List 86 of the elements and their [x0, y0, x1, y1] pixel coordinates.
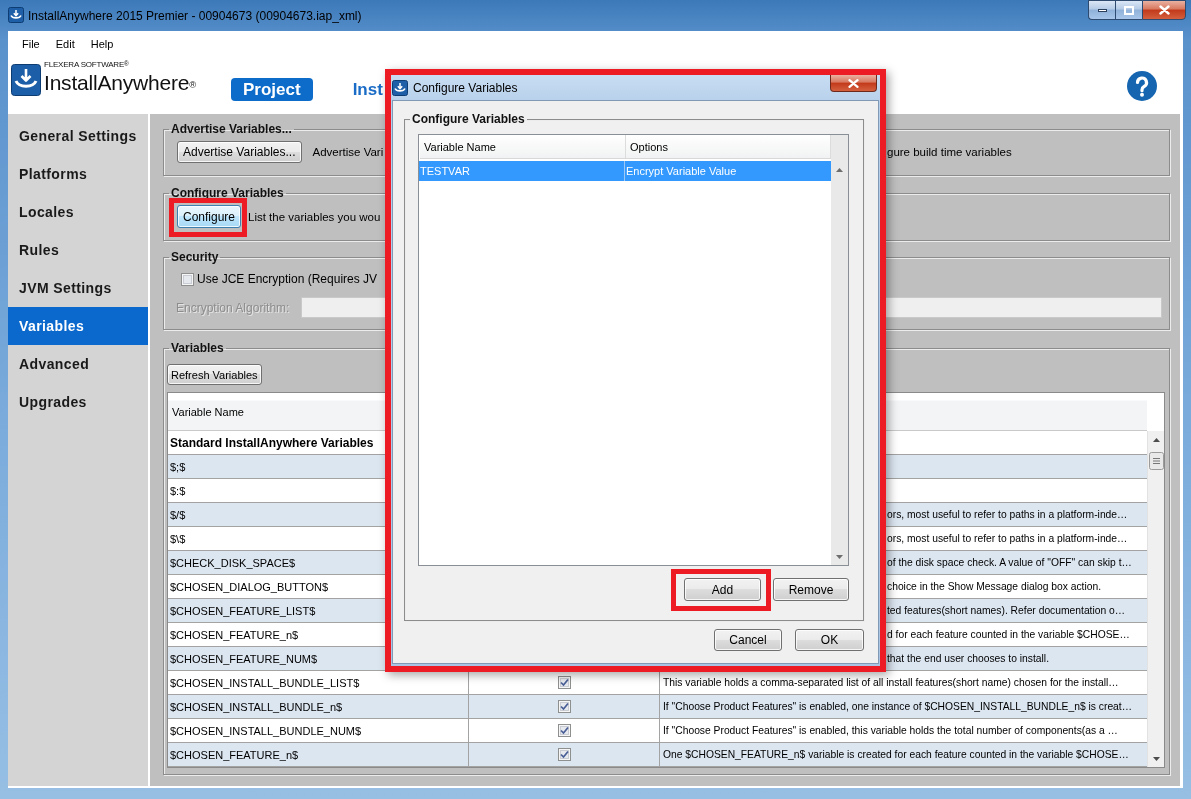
dialog-footer-button[interactable]: Cancel	[714, 629, 782, 651]
variable-description: choice in the Show Message dialog box action.	[887, 581, 1102, 592]
variable-description: ted features(short names). Refer documentation o…	[887, 605, 1126, 616]
variable-name: $CHOSEN_DIALOG_BUTTON$	[170, 580, 329, 593]
variable-name: $/$	[170, 508, 186, 521]
checkbox[interactable]	[557, 700, 571, 713]
close-button[interactable]	[1142, 0, 1186, 20]
description-text: List the variables you wou	[248, 210, 381, 223]
minimize-button[interactable]	[1088, 0, 1115, 20]
variable-name: $CHECK_DISK_SPACE$	[170, 556, 296, 569]
variable-name: $:$	[170, 484, 186, 497]
column-header[interactable]: Variable Name	[424, 140, 496, 153]
nav-tab[interactable]: Project	[231, 78, 313, 101]
maximize-button[interactable]	[1115, 0, 1142, 20]
close-icon	[848, 78, 859, 88]
menu-item[interactable]: Help	[90, 37, 114, 50]
help-icon[interactable]	[1127, 71, 1157, 101]
variable-name: $\$	[170, 532, 186, 545]
menu-item[interactable]: File	[22, 37, 40, 50]
variable-name: $CHOSEN_FEATURE_NUM$	[170, 652, 318, 665]
variable-description: One $CHOSEN_FEATURE_n$ variable is created for each feature counted in the variable $CHOSE…	[663, 749, 1129, 760]
variable-description: If "Choose Product Features" is enabled, this variable holds the total number of components(as a …	[663, 725, 1118, 736]
variable-description: d for each feature counted in the variable $CHOSE…	[887, 629, 1130, 640]
brand-tagline: FLEXERA SOFTWARE$^{®}$	[44, 60, 130, 69]
scroll-thumb[interactable]	[1148, 452, 1164, 470]
group-title: Configure Variables	[411, 112, 526, 126]
app-icon	[8, 7, 24, 23]
scrollbar[interactable]	[831, 135, 848, 565]
variable-description: ors, most useful to refer to paths in a platform-inde…	[887, 533, 1128, 544]
up-arrow-icon[interactable]	[1152, 437, 1160, 442]
variable-description: ors, most useful to refer to paths in a platform-inde…	[887, 509, 1128, 520]
column-header[interactable]: Options	[630, 140, 668, 153]
sidebar-item[interactable]: Variables	[8, 307, 148, 345]
up-arrow-icon[interactable]	[836, 167, 843, 172]
checkbox[interactable]	[557, 676, 571, 689]
group-title: Configure Variables	[170, 186, 285, 200]
app-icon	[392, 79, 408, 96]
refresh-variables-button[interactable]: Refresh Variables	[167, 364, 262, 385]
sidebar-item[interactable]: Platforms	[8, 155, 148, 193]
window-title: InstallAnywhere 2015 Premier - 00904673 (00904673.iap_xml)	[28, 9, 362, 23]
nav-tab[interactable]: Inst	[352, 78, 383, 101]
variable-name: $CHOSEN_INSTALL_BUNDLE_NUM$	[170, 724, 362, 737]
menu-item[interactable]: Edit	[55, 37, 75, 50]
configure-button[interactable]: Configure	[177, 205, 242, 228]
maximize-icon	[1124, 5, 1134, 15]
group-title: Security	[170, 250, 220, 264]
sidebar-item[interactable]: Advanced	[8, 345, 148, 383]
sidebar-item[interactable]: General Settings	[8, 117, 148, 155]
variable-name: $CHOSEN_INSTALL_BUNDLE_LIST$	[170, 676, 360, 689]
variable-description: If "Choose Product Features" is enabled, one instance of $CHOSEN_INSTALL_BUNDLE_n$ is creat…	[663, 701, 1132, 712]
sidebar-item[interactable]: Rules	[8, 231, 148, 269]
column-header[interactable]: Variable Name	[172, 405, 244, 418]
sidebar-item[interactable]: Upgrades	[8, 383, 148, 421]
checkbox[interactable]	[557, 724, 571, 737]
down-arrow-icon[interactable]	[836, 554, 843, 559]
group-title: Variables	[170, 341, 225, 355]
variable-description: of the disk space check. A value of "OFF" can skip t…	[887, 557, 1132, 568]
close-icon	[1158, 5, 1170, 15]
variable-name: $;$	[170, 460, 186, 473]
variable-name: $CHOSEN_FEATURE_n$	[170, 748, 299, 761]
group-heading: Standard InstallAnywhere Variables	[170, 435, 374, 450]
variable-name: $CHOSEN_FEATURE_LIST$	[170, 604, 316, 617]
list-action-button[interactable]: Add	[684, 578, 761, 601]
dialog-footer-button[interactable]: OK	[795, 629, 864, 651]
group-title: Advertise Variables...	[170, 122, 293, 136]
logo-icon	[11, 64, 41, 96]
description-text: gure build time variables	[887, 146, 1013, 158]
dialog-title: Configure Variables	[413, 80, 518, 95]
variable-name: TESTVAR	[420, 165, 470, 177]
sidebar-item[interactable]: JVM Settings	[8, 269, 148, 307]
variable-name: $CHOSEN_FEATURE_n$	[170, 628, 299, 641]
checkbox[interactable]	[557, 748, 571, 761]
down-arrow-icon[interactable]	[1152, 756, 1160, 761]
minimize-icon	[1097, 8, 1107, 12]
description-text: Advertise Vari	[312, 146, 384, 158]
scrollbar[interactable]	[1147, 431, 1164, 767]
variable-description: that the end user chooses to install.	[887, 653, 1049, 664]
advertise-variables-button[interactable]: Advertise Variables...	[177, 141, 302, 163]
checkbox[interactable]	[181, 272, 194, 286]
close-button[interactable]	[830, 75, 877, 92]
list-action-button[interactable]: Remove	[773, 578, 849, 601]
checkbox-label: Use JCE Encryption (Requires JV	[197, 272, 378, 286]
variable-option: Encrypt Variable Value	[626, 165, 737, 177]
variable-description: This variable holds a comma-separated list of all install features(short name) chosen for the install…	[663, 677, 1119, 688]
variable-name: $CHOSEN_INSTALL_BUNDLE_n$	[170, 700, 343, 713]
sidebar-item[interactable]: Locales	[8, 193, 148, 231]
